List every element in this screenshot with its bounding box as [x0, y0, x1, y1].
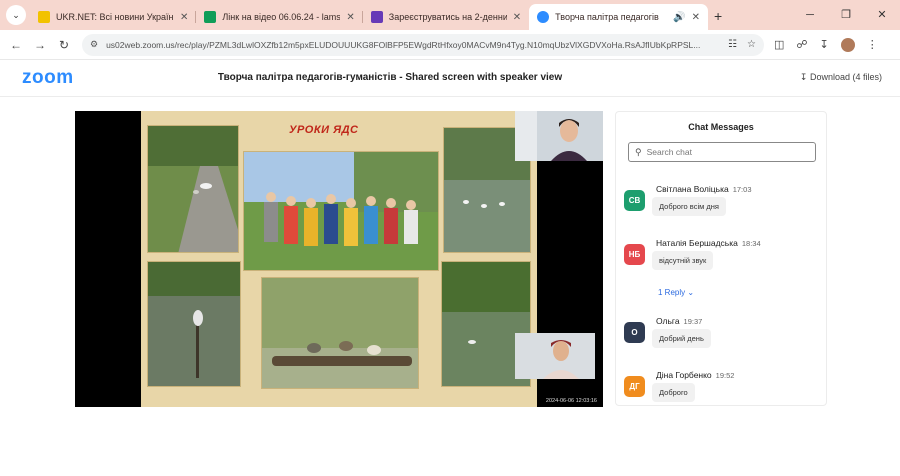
speaker-thumbnail-bottom: [515, 333, 595, 379]
browser-tab-strip: ⌄ UKR.NET: Всі новини України ✕ Лінк на …: [0, 0, 900, 30]
chat-panel: Chat Messages ⚲ Search chat СВ Світлана …: [615, 111, 827, 406]
restore-icon[interactable]: ❐: [828, 0, 864, 30]
address-bar[interactable]: ⚙ us02web.zoom.us/rec/play/PZML3dLwlOXZf…: [82, 33, 764, 56]
message-text: відсутній звук: [652, 251, 714, 270]
download-icon[interactable]: ↧: [820, 38, 829, 51]
tab-close-icon[interactable]: ✕: [346, 12, 354, 23]
slide-title: УРОКИ ЯДС: [289, 124, 359, 136]
tab-favicon: [204, 11, 217, 23]
tab-search-chevron-icon[interactable]: ⌄: [6, 5, 26, 25]
url-text: us02web.zoom.us/rec/play/PZML3dLwlOXZfb1…: [106, 39, 701, 50]
video-player[interactable]: УРОКИ ЯДС 2024-06-06 12:03:16: [75, 111, 603, 407]
tab-audio-icon[interactable]: 🔊: [673, 12, 685, 23]
avatar: НБ: [624, 244, 645, 265]
back-icon[interactable]: ←: [4, 38, 28, 52]
profile-avatar[interactable]: [840, 37, 855, 52]
tab-close-icon[interactable]: ✕: [180, 12, 188, 23]
translate-icon[interactable]: ☷: [728, 39, 737, 50]
browser-tab-3[interactable]: Зареєструватись на 2-денний ✕: [363, 4, 529, 30]
tab-title: Творча палітра педагогів: [555, 12, 659, 22]
slide-photo-road: [147, 125, 239, 253]
download-label: Download (4 files): [809, 72, 882, 82]
tab-title: Лінк на відео 06.06.24 - lamsn: [222, 12, 341, 22]
chat-header: Chat Messages: [688, 122, 754, 132]
slide-photo-heron: [147, 261, 241, 387]
browser-tab-1[interactable]: UKR.NET: Всі новини України ✕: [30, 4, 197, 30]
close-window-icon[interactable]: ✕: [864, 0, 900, 30]
minimize-icon[interactable]: ─: [792, 0, 828, 30]
extension-icon[interactable]: ☍: [796, 38, 807, 51]
speaker-thumbnail-top: [515, 111, 603, 161]
shared-screen-slide: УРОКИ ЯДС: [141, 111, 537, 407]
search-chat-input[interactable]: ⚲ Search chat: [628, 142, 816, 162]
slide-photo-ducks: [261, 277, 419, 389]
menu-kebab-icon[interactable]: ⋮: [867, 38, 878, 51]
extensions-icon[interactable]: ◫: [774, 38, 784, 51]
avatar: ДГ: [624, 376, 645, 397]
recording-title: Творча палітра педагогів-гуманістів - Sh…: [217, 72, 563, 83]
window-controls: ─ ❐ ✕: [792, 0, 900, 30]
tab-close-icon[interactable]: ✕: [692, 12, 700, 23]
message-time: 19:52: [715, 371, 735, 380]
search-icon: ⚲: [635, 146, 642, 157]
reply-label: 1 Reply: [658, 288, 686, 297]
search-placeholder: Search chat: [646, 147, 692, 157]
new-tab-icon[interactable]: +: [714, 8, 722, 24]
message-text: Доброго: [652, 383, 695, 402]
message-text: Добрий день: [652, 329, 711, 348]
reply-thread-button[interactable]: 1 Reply ⌄: [658, 288, 694, 297]
message-time: 19:37: [683, 317, 703, 326]
site-info-icon[interactable]: ⚙: [90, 39, 98, 50]
browser-tab-2[interactable]: Лінк на відео 06.06.24 - lamsn ✕: [196, 4, 364, 30]
message-time: 18:34: [741, 239, 761, 248]
avatar: О: [624, 322, 645, 343]
tab-close-icon[interactable]: ✕: [513, 12, 521, 23]
tab-title: UKR.NET: Всі новини України: [56, 12, 174, 22]
message-sender: Діна Горбенко 19:52: [656, 370, 735, 380]
tab-favicon: [38, 11, 50, 23]
forward-icon[interactable]: →: [28, 38, 52, 52]
tab-favicon: [537, 11, 550, 23]
bookmark-star-icon[interactable]: ☆: [747, 39, 756, 50]
message-sender: Наталія Бершадська 18:34: [656, 238, 761, 248]
chevron-down-icon: ⌄: [687, 288, 695, 297]
download-button[interactable]: ↧ Download (4 files): [800, 72, 882, 83]
zoom-header: zoom Творча палітра педагогів-гуманістів…: [0, 61, 900, 97]
tab-favicon: [370, 11, 383, 23]
recording-timestamp: 2024-06-06 12:03:16: [545, 398, 597, 404]
tab-title: Зареєструватись на 2-денний: [388, 12, 507, 22]
message-text: Доброго всім дня: [652, 197, 726, 216]
message-sender: Ольга 19:37: [656, 316, 703, 326]
browser-toolbar: ← → ↻ ⚙ us02web.zoom.us/rec/play/PZML3dL…: [0, 30, 900, 60]
avatar: СВ: [624, 190, 645, 211]
slide-photo-children: [243, 151, 439, 271]
browser-tab-active[interactable]: Творча палітра педагогів 🔊 ✕: [529, 4, 709, 30]
download-icon: ↧: [799, 72, 808, 82]
message-time: 17:03: [732, 185, 752, 194]
reload-icon[interactable]: ↻: [52, 38, 76, 52]
message-sender: Світлана Воліцька 17:03: [656, 184, 752, 194]
